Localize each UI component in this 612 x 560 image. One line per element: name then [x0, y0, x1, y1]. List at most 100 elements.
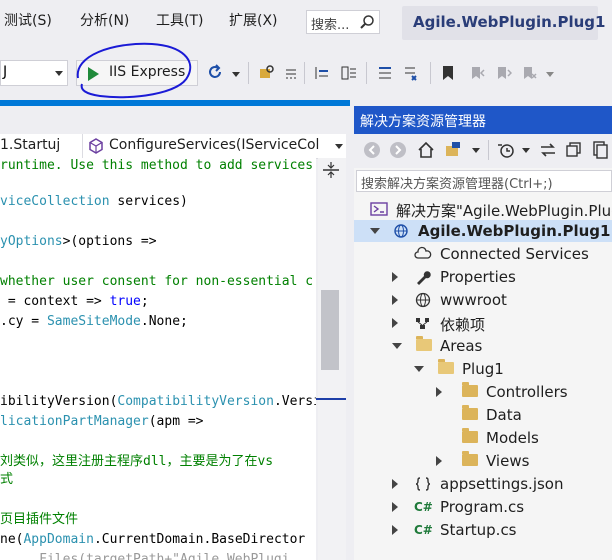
menu-test[interactable]: 测试(S) [4, 10, 52, 30]
collapsed-arrow-icon[interactable] [392, 502, 398, 512]
solution-icon [370, 202, 388, 216]
collapsed-arrow-icon[interactable] [392, 525, 398, 535]
uncomment-icon[interactable] [402, 64, 420, 82]
toolbar-separator [488, 140, 489, 160]
code-token: viceCollection [0, 194, 110, 209]
code-token: = context => [0, 294, 110, 309]
prev-bookmark-icon[interactable] [468, 64, 486, 82]
find-in-files-icon[interactable] [258, 63, 276, 81]
clear-bookmarks-icon[interactable] [520, 64, 538, 82]
menu-analyze[interactable]: 分析(N) [80, 10, 129, 30]
tree-item-solution[interactable]: 解决方案"Agile.WebPlugin.Plug [354, 198, 612, 220]
code-editor[interactable]: runtime. Use this method to add services… [0, 158, 316, 560]
tree-item-label: Controllers [486, 383, 568, 401]
refresh-icon[interactable] [206, 63, 224, 81]
tree-item-areas[interactable]: Areas [354, 335, 612, 357]
tree-item-label: Startup.cs [440, 521, 517, 539]
collapse-all-icon[interactable] [564, 140, 584, 160]
toolbar-format-icon[interactable] [284, 66, 298, 82]
config-dropdown[interactable]: J [0, 60, 68, 86]
tree-item-label: wwwroot [440, 291, 507, 309]
tree-item-plug1[interactable]: Plug1 [354, 358, 612, 380]
search-label: 搜索... [311, 18, 350, 33]
config-value: J [3, 64, 8, 80]
folder-icon [462, 428, 478, 443]
comment-out-icon[interactable] [376, 64, 394, 82]
collapsed-arrow-icon[interactable] [392, 318, 398, 328]
tree-item-models[interactable]: Models [354, 427, 612, 449]
tree-item-label: Plug1 [462, 360, 504, 378]
collapsed-arrow-icon[interactable] [392, 479, 398, 489]
code-line: ne(AppDomain.CurrentDomain.BaseDirector [0, 532, 305, 548]
collapsed-arrow-icon[interactable] [392, 295, 398, 305]
sync-with-active-document-icon[interactable] [538, 140, 558, 160]
collapsed-arrow-icon[interactable] [436, 387, 442, 397]
show-all-files-icon[interactable] [590, 140, 610, 160]
search-box[interactable]: 搜索... [306, 10, 380, 34]
code-line: ...Files(targetPath+"Agile.WebPlugi [0, 552, 290, 560]
toolbar-separator [430, 62, 431, 84]
code-token: .CurrentDomain.BaseDirector [93, 532, 306, 547]
switch-views-icon[interactable] [444, 140, 466, 160]
tree-item-appsettings[interactable]: appsettings.json [354, 473, 612, 495]
bookmark-icon[interactable] [440, 64, 456, 82]
toolbar-separator [304, 62, 305, 84]
next-bookmark-icon[interactable] [494, 64, 512, 82]
tree-item-label: Data [486, 406, 522, 424]
code-token: >(options => [62, 234, 157, 249]
menu-tools[interactable]: 工具(T) [156, 10, 203, 30]
expanded-arrow-icon[interactable] [414, 366, 424, 372]
solution-explorer-search-placeholder: 搜索解决方案资源管理器(Ctrl+;) [361, 177, 553, 192]
tree-item-data[interactable]: Data [354, 404, 612, 426]
expanded-arrow-icon[interactable] [370, 228, 380, 234]
tree-item-views[interactable]: Views [354, 450, 612, 472]
toolbar-overflow-icon[interactable] [546, 72, 554, 77]
expanded-arrow-icon[interactable] [392, 343, 402, 349]
editor-scrollbar-thumb[interactable] [321, 290, 339, 370]
dependencies-icon [416, 318, 429, 329]
tree-item-label: 依赖项 [440, 316, 486, 334]
document-tab-strip [0, 100, 350, 106]
tree-item-controllers[interactable]: Controllers [354, 381, 612, 403]
pending-changes-filter-icon[interactable] [496, 140, 516, 160]
type-navigation-dropdown[interactable]: 1.Startuj [0, 134, 80, 158]
outdent-icon[interactable] [340, 64, 358, 82]
refresh-dropdown-icon[interactable] [232, 72, 240, 77]
code-token: ibilityVersion( [0, 394, 118, 409]
collapsed-arrow-icon[interactable] [436, 456, 442, 466]
code-token: services) [109, 194, 188, 209]
tree-item-project[interactable]: Agile.WebPlugin.Plug1 [354, 220, 612, 242]
code-line: viceCollection services) [0, 194, 188, 210]
home-icon[interactable] [416, 140, 436, 160]
type-navigation-label: 1.Startuj [0, 137, 61, 153]
tree-item-label: Connected Services [440, 245, 589, 263]
tree-item-startup-cs[interactable]: C# Startup.cs [354, 519, 612, 541]
chevron-down-icon [55, 71, 63, 76]
code-line: ibilityVersion(CompatibilityVersion.Vers… [0, 394, 316, 410]
code-line: runtime. Use this method to add services [0, 158, 314, 173]
code-line: yOptions>(options => [0, 234, 157, 250]
tree-item-connected-services[interactable]: Connected Services [354, 243, 612, 265]
folder-icon [462, 382, 478, 397]
forward-icon[interactable] [388, 140, 408, 160]
project-title: Agile.WebPlugin.Plug1 [413, 13, 606, 31]
search-icon [360, 15, 374, 29]
folder-icon [462, 405, 478, 420]
chevron-down-icon[interactable] [522, 148, 530, 153]
tree-item-dependencies[interactable]: 依赖项 [354, 312, 612, 334]
split-window-icon[interactable] [319, 160, 343, 180]
code-token: true [109, 294, 141, 309]
back-icon[interactable] [362, 140, 382, 160]
indent-icon[interactable] [312, 64, 330, 82]
tree-item-program-cs[interactable]: C# Program.cs [354, 496, 612, 518]
collapsed-arrow-icon[interactable] [392, 272, 398, 282]
menu-extensions[interactable]: 扩展(X) [229, 10, 278, 30]
chevron-down-icon[interactable] [472, 148, 480, 153]
tree-item-properties[interactable]: Properties [354, 266, 612, 288]
member-navigation-dropdown[interactable]: ConfigureServices(IServiceCol [82, 134, 347, 158]
cloud-icon [414, 246, 432, 259]
project-title-badge: Agile.WebPlugin.Plug1 [402, 6, 605, 40]
solution-explorer-search-input[interactable]: 搜索解决方案资源管理器(Ctrl+;) [356, 170, 612, 192]
solution-explorer-title: 解决方案资源管理器 [360, 114, 486, 130]
tree-item-wwwroot[interactable]: wwwroot [354, 289, 612, 311]
